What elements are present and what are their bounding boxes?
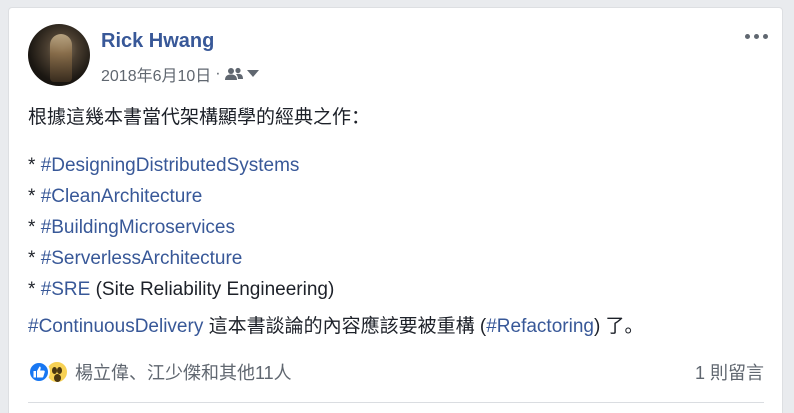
post-closing: #ContinuousDelivery 這本書談論的內容應該要被重構 (#Ref… bbox=[28, 316, 644, 337]
post-date[interactable]: 2018年6月10日 bbox=[101, 62, 211, 86]
list-item: * #SRE (Site Reliability Engineering) bbox=[28, 279, 335, 300]
hashtag-link[interactable]: #BuildingMicroservices bbox=[41, 217, 235, 238]
reactors-text[interactable]: 楊立偉、江少傑和其他11人 bbox=[75, 359, 292, 385]
post-intro: 根據這幾本書當代架構顯學的經典之作： bbox=[28, 107, 371, 128]
like-icon[interactable] bbox=[28, 361, 50, 383]
chevron-down-icon[interactable] bbox=[246, 70, 259, 78]
post-body: 根據這幾本書當代架構顯學的經典之作： * #DesigningDistribut… bbox=[28, 102, 768, 342]
hashtag-link[interactable]: #SRE bbox=[41, 279, 91, 300]
hashtag-link[interactable]: #DesigningDistributedSystems bbox=[41, 155, 300, 176]
list-item: * #DesigningDistributedSystems bbox=[28, 155, 300, 176]
avatar-figure bbox=[50, 34, 72, 82]
author-avatar[interactable] bbox=[28, 24, 90, 86]
list-item: * #BuildingMicroservices bbox=[28, 217, 235, 238]
hashtag-link[interactable]: #ContinuousDelivery bbox=[28, 316, 203, 337]
post-header: Rick Hwang 2018年6月10日 · bbox=[28, 24, 768, 86]
post-card: Rick Hwang 2018年6月10日 · 根據這幾本書當代架構顯學的經典之… bbox=[8, 7, 783, 413]
hashtag-link[interactable]: #Refactoring bbox=[486, 316, 594, 337]
more-options-icon[interactable] bbox=[745, 34, 768, 39]
hashtag-link[interactable]: #CleanArchitecture bbox=[41, 186, 203, 207]
author-name[interactable]: Rick Hwang bbox=[101, 30, 214, 53]
hashtag-link[interactable]: #ServerlessArchitecture bbox=[41, 248, 243, 269]
post-meta: 2018年6月10日 · bbox=[101, 62, 259, 86]
list-item: * #ServerlessArchitecture bbox=[28, 248, 243, 269]
list-item: * #CleanArchitecture bbox=[28, 186, 203, 207]
meta-separator: · bbox=[215, 65, 221, 82]
comments-count[interactable]: 1 則留言 bbox=[695, 359, 764, 385]
divider bbox=[28, 402, 764, 403]
reactions-bar: 楊立偉、江少傑和其他11人 1 則留言 bbox=[28, 359, 764, 385]
friends-icon[interactable] bbox=[224, 67, 245, 81]
